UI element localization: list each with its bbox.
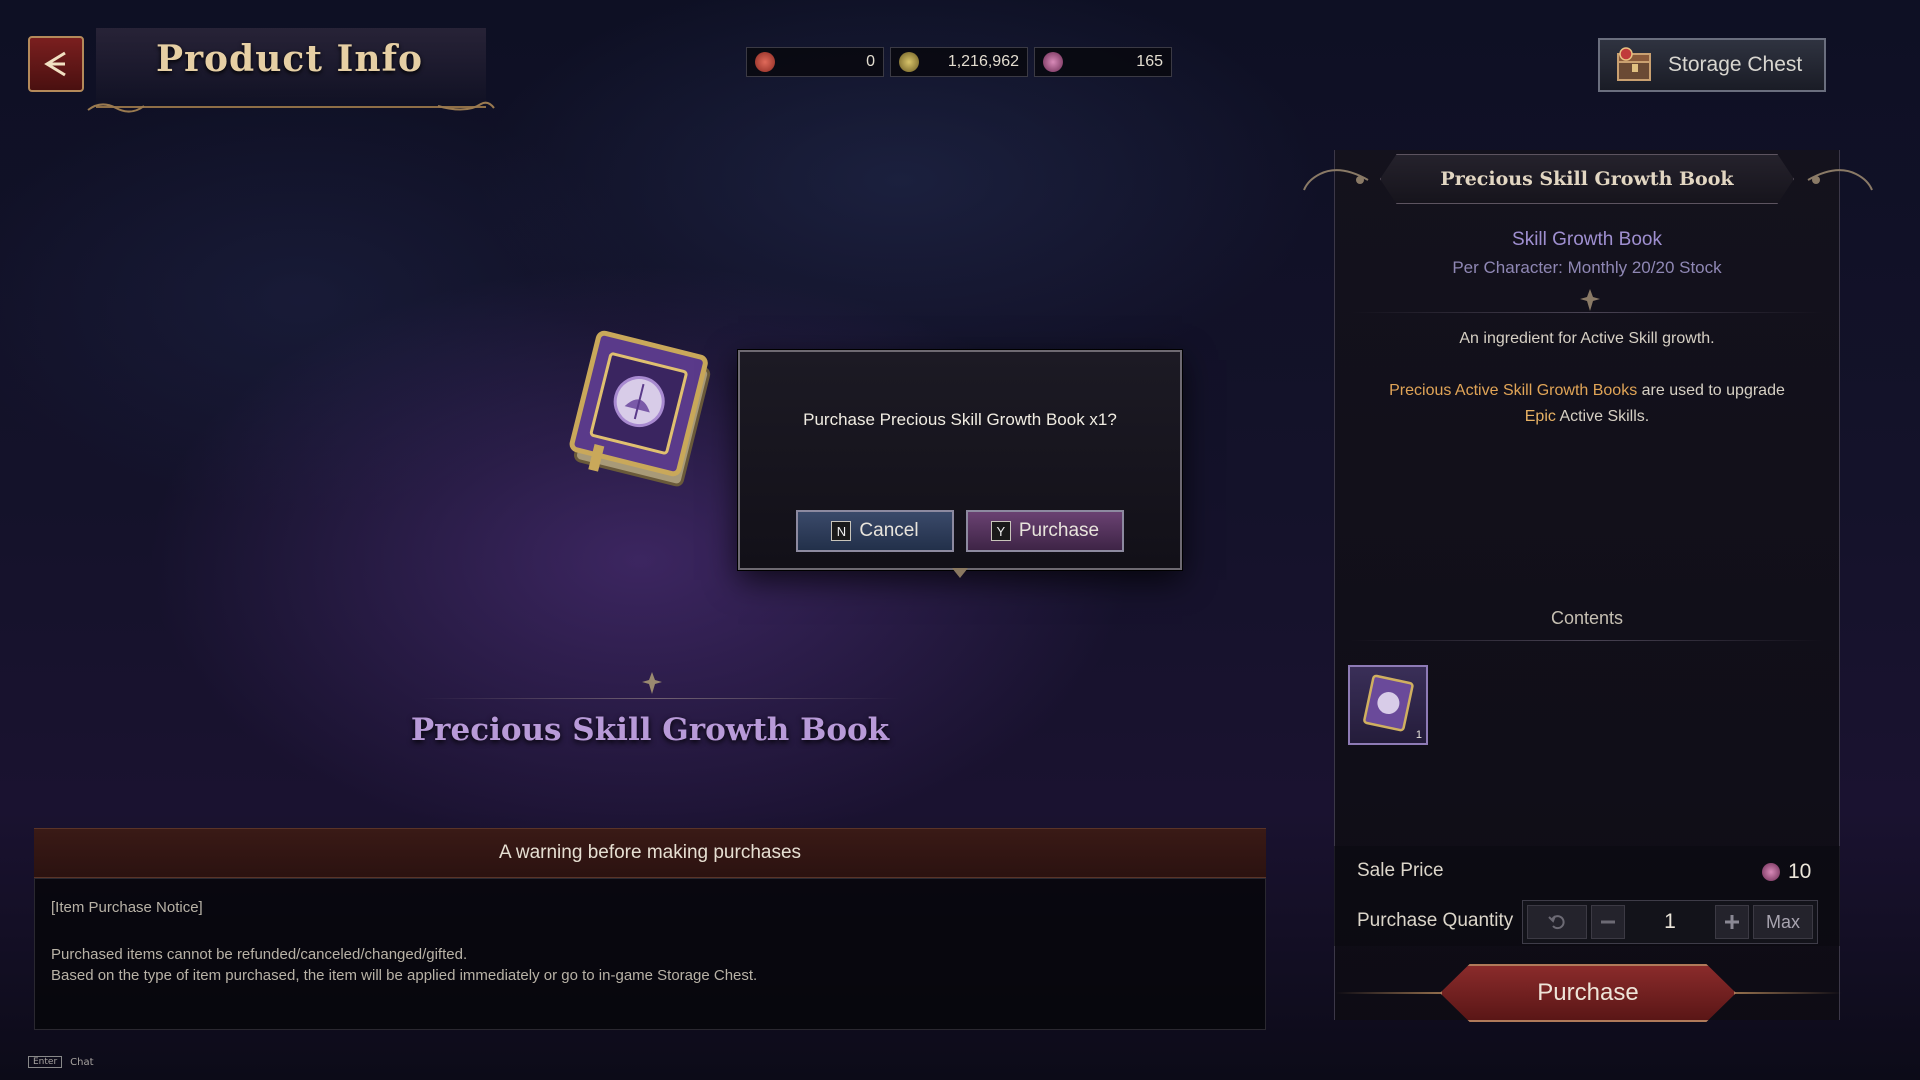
item-description: An ingredient for Active Skill growth.: [1459, 330, 1715, 347]
reset-icon: [1548, 915, 1565, 930]
panel-flourish-left-icon: [1303, 169, 1369, 191]
quantity-value[interactable]: 1: [1629, 910, 1711, 934]
usage-text-mid: are used to upgrade: [1637, 382, 1785, 399]
currency-ticket-value: 0: [866, 53, 875, 70]
warning-header: A warning before making purchases: [34, 828, 1266, 878]
back-arrow-icon: [44, 51, 66, 77]
chat-hint[interactable]: Enter Chat: [28, 1056, 94, 1068]
details-title: Precious Skill Growth Book: [1440, 168, 1734, 190]
sale-price: 10: [1762, 860, 1811, 884]
dialog-ornament-icon: [952, 568, 968, 578]
cancel-label: Cancel: [859, 520, 919, 541]
plus-icon: [1725, 915, 1739, 929]
confirm-label: Purchase: [1018, 520, 1100, 541]
enter-key-hint: Enter: [28, 1056, 63, 1068]
currency-ticket: 0: [746, 47, 884, 77]
panel-flourish-right-icon: [1807, 169, 1873, 191]
chest-icon: [1617, 47, 1651, 81]
key-hint-n: N: [831, 521, 852, 541]
purchase-confirm-dialog: Purchase Precious Skill Growth Book x1? …: [738, 350, 1182, 570]
currency-gold: 1,216,962: [890, 47, 1028, 77]
item-usage-description: Precious Active Skill Growth Books are u…: [1380, 378, 1794, 430]
max-quantity-button[interactable]: Max: [1753, 905, 1813, 939]
minus-icon: [1601, 920, 1615, 924]
reset-quantity-button[interactable]: [1527, 905, 1587, 939]
gem-icon: [1762, 863, 1780, 881]
purchase-button[interactable]: Purchase: [1440, 964, 1736, 1022]
sale-price-value: 10: [1788, 860, 1812, 883]
content-item-slot[interactable]: 1: [1348, 665, 1428, 745]
back-button[interactable]: [28, 36, 84, 92]
confirm-purchase-button[interactable]: Y Purchase: [966, 510, 1124, 552]
usage-grade-highlight: Epic: [1524, 408, 1556, 425]
item-name-heading: Precious Skill Growth Book: [410, 712, 890, 748]
key-hint-y: Y: [990, 521, 1011, 541]
center-divider: [420, 698, 900, 699]
content-item-quantity: 1: [1415, 729, 1422, 741]
gem-icon: [1043, 52, 1063, 72]
increase-quantity-button[interactable]: [1715, 905, 1749, 939]
currency-gem-value: 165: [1136, 53, 1163, 70]
sale-price-label: Sale Price: [1357, 860, 1444, 881]
currency-gold-value: 1,216,962: [947, 53, 1019, 70]
quantity-stepper: 1 Max: [1522, 900, 1818, 944]
storage-chest-button[interactable]: Storage Chest: [1598, 38, 1826, 92]
skill-book-illustration: [569, 330, 711, 487]
gold-coin-icon: [899, 52, 919, 72]
page-title: Product Info: [156, 38, 423, 80]
ticket-icon: [755, 52, 775, 72]
purchase-quantity-label: Purchase Quantity: [1357, 910, 1514, 931]
flourish-left-icon: [87, 103, 145, 113]
flourish-right-icon: [437, 101, 495, 111]
cancel-button[interactable]: N Cancel: [796, 510, 954, 552]
warning-body[interactable]: [Item Purchase Notice] Purchased items c…: [34, 878, 1266, 1030]
currency-gem: 165: [1034, 47, 1172, 77]
usage-highlight: Precious Active Skill Growth Books: [1389, 382, 1638, 399]
item-category: Skill Growth Book: [1512, 229, 1662, 250]
stock-limit: Per Character: Monthly 20/20 Stock: [1452, 258, 1722, 277]
notice-line-1: Purchased items cannot be refunded/cance…: [51, 946, 468, 963]
usage-text-end: Active Skills.: [1555, 408, 1650, 425]
contents-label: Contents: [1550, 608, 1624, 628]
contents-divider: [1350, 640, 1824, 641]
fleur-ornament-icon: [1580, 289, 1600, 311]
chat-label: Chat: [70, 1056, 94, 1068]
decrease-quantity-button[interactable]: [1591, 905, 1625, 939]
notice-line-2: Based on the type of item purchased, the…: [51, 967, 758, 984]
notice-title: [Item Purchase Notice]: [51, 899, 203, 916]
storage-chest-label: Storage Chest: [1668, 53, 1803, 76]
details-title-bar: Precious Skill Growth Book: [1380, 154, 1794, 204]
fleur-ornament-icon: [642, 672, 662, 694]
dialog-message: Purchase Precious Skill Growth Book x1?: [803, 410, 1117, 429]
skill-book-icon: [1363, 674, 1414, 732]
